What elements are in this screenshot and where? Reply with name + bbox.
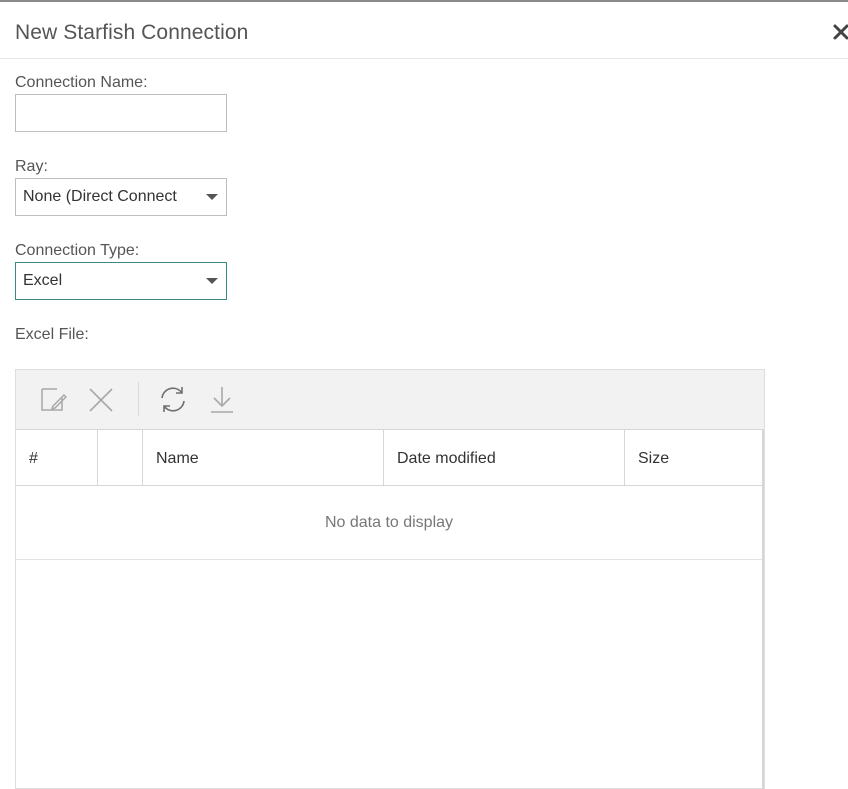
- ray-select[interactable]: None (Direct Connect: [15, 178, 227, 216]
- column-header-size[interactable]: Size: [625, 430, 762, 485]
- file-grid: # Name Date modified Size No data to dis…: [15, 369, 765, 789]
- delete-icon[interactable]: [87, 384, 115, 414]
- ray-label: Ray:: [15, 158, 48, 175]
- column-header-number[interactable]: #: [16, 430, 98, 485]
- download-icon[interactable]: [208, 384, 236, 414]
- dialog-title: New Starfish Connection: [15, 21, 249, 44]
- chevron-down-icon: [206, 278, 218, 284]
- file-toolbar: [16, 370, 764, 429]
- column-header-name[interactable]: Name: [143, 430, 384, 485]
- chevron-down-icon: [206, 194, 218, 200]
- empty-row: No data to display: [16, 486, 762, 560]
- connection-type-select-value: Excel: [23, 272, 63, 289]
- connection-type-label: Connection Type:: [15, 242, 140, 259]
- connection-name-label: Connection Name:: [15, 74, 148, 91]
- excel-file-label: Excel File:: [15, 326, 89, 343]
- close-icon[interactable]: [832, 22, 848, 42]
- ray-select-value: None (Direct Connect: [23, 188, 177, 205]
- dialog-header: New Starfish Connection: [0, 2, 848, 59]
- table-header: # Name Date modified Size: [16, 429, 762, 486]
- refresh-icon[interactable]: [159, 384, 187, 414]
- connection-name-input[interactable]: [15, 94, 227, 132]
- grid-right-border: [762, 429, 764, 789]
- toolbar-separator: [138, 382, 139, 416]
- column-header-date-modified[interactable]: Date modified: [384, 430, 625, 485]
- empty-message: No data to display: [324, 514, 454, 531]
- column-header-select[interactable]: [98, 430, 143, 485]
- connection-type-select[interactable]: Excel: [15, 262, 227, 300]
- edit-icon[interactable]: [39, 384, 68, 414]
